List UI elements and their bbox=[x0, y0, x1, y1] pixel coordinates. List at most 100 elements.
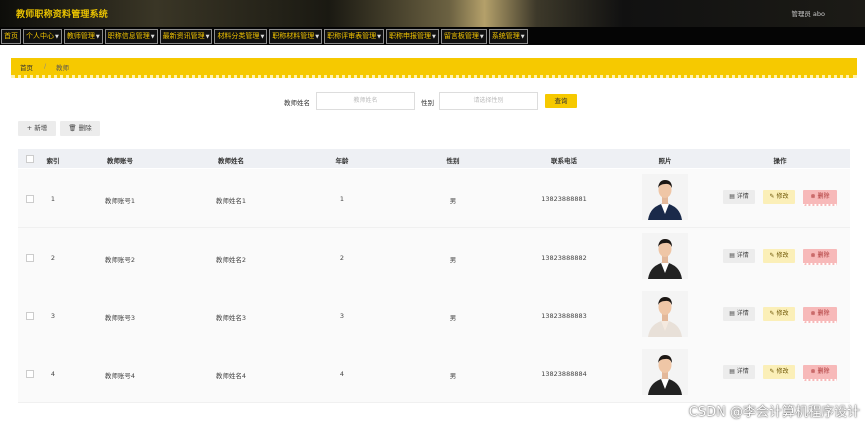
nav-item-0[interactable]: 首页 bbox=[1, 28, 21, 44]
nav-item-label: 材料分类管理 bbox=[217, 31, 260, 40]
cell-account: 教师账号2 bbox=[104, 256, 136, 264]
nav-item-label: 职称信息管理 bbox=[107, 31, 150, 40]
nav-item-1[interactable]: 个人中心▼ bbox=[23, 28, 62, 44]
trash-icon: 🗑 bbox=[68, 124, 77, 132]
teacher-name-label: 教师姓名 bbox=[284, 99, 310, 107]
nav-item-9[interactable]: 留言板管理▼ bbox=[440, 28, 487, 44]
detail-button[interactable]: ▤ 详情 bbox=[723, 190, 755, 204]
gender-select[interactable]: 请选择性别 bbox=[439, 92, 538, 110]
table-row: 4 教师账号4 教师姓名4 4 男 13823888884 ▤ 详情 ✎ 修改 ⊗ 删除 bbox=[18, 344, 850, 403]
search-button[interactable]: 查询 bbox=[545, 94, 577, 108]
detail-button-label: 详情 bbox=[736, 193, 749, 200]
column-header: 年龄 bbox=[335, 157, 349, 165]
nav-item-8[interactable]: 职称申报管理▼ bbox=[386, 28, 439, 44]
chevron-down-icon: ▼ bbox=[315, 33, 320, 40]
chevron-down-icon: ▼ bbox=[150, 33, 155, 40]
cell-index: 4 bbox=[50, 370, 56, 378]
edit-button[interactable]: ✎ 修改 bbox=[763, 307, 795, 321]
document-icon: ▤ bbox=[729, 310, 737, 317]
row-delete-button[interactable]: ⊗ 删除 bbox=[803, 190, 837, 206]
delete-button-label: 删除 bbox=[78, 124, 92, 132]
row-delete-button-label: 删除 bbox=[817, 368, 830, 375]
column-header: 照片 bbox=[658, 157, 672, 165]
app-header: 教师职称资料管理系统 管理员 abo bbox=[0, 0, 865, 27]
row-delete-button[interactable]: ⊗ 删除 bbox=[803, 249, 837, 265]
row-checkbox[interactable] bbox=[26, 254, 34, 262]
nav-item-7[interactable]: 职称评审表管理▼ bbox=[324, 28, 385, 44]
column-header: 索引 bbox=[46, 157, 60, 165]
row-delete-button-label: 删除 bbox=[817, 252, 830, 259]
detail-button[interactable]: ▤ 详情 bbox=[723, 365, 755, 379]
nav-item-3[interactable]: 职称信息管理▼ bbox=[104, 28, 158, 44]
nav-item-label: 职称申报管理 bbox=[389, 31, 432, 40]
table-row: 2 教师账号2 教师姓名2 2 男 13823888882 ▤ 详情 ✎ 修改 ⊗ 删除 bbox=[18, 228, 850, 287]
cell-account: 教师账号4 bbox=[104, 372, 136, 380]
gender-label: 性别 bbox=[421, 99, 434, 107]
cell-age: 1 bbox=[339, 195, 345, 203]
row-checkbox[interactable] bbox=[26, 195, 34, 203]
chevron-down-icon: ▼ bbox=[55, 33, 59, 40]
teacher-photo bbox=[642, 349, 688, 395]
edit-button[interactable]: ✎ 修改 bbox=[763, 249, 795, 263]
cell-name: 教师姓名3 bbox=[215, 314, 247, 322]
nav-item-10[interactable]: 系统管理▼ bbox=[488, 28, 528, 44]
cell-age: 4 bbox=[339, 370, 345, 378]
table-row: 3 教师账号3 教师姓名3 3 男 13823888883 ▤ 详情 ✎ 修改 ⊗ 删除 bbox=[18, 286, 850, 345]
breadcrumb-separator: / bbox=[44, 62, 47, 70]
document-icon: ▤ bbox=[729, 368, 737, 375]
detail-button-label: 详情 bbox=[736, 252, 749, 259]
breadcrumb-home[interactable]: 首页 bbox=[20, 62, 33, 72]
column-header: 教师账号 bbox=[107, 157, 133, 165]
table-row: 1 教师账号1 教师姓名1 1 男 13823888881 ▤ 详情 ✎ 修改 ⊗ 删除 bbox=[18, 169, 850, 228]
detail-button[interactable]: ▤ 详情 bbox=[723, 249, 755, 263]
edit-button[interactable]: ✎ 修改 bbox=[763, 190, 795, 204]
column-header: 性别 bbox=[446, 157, 460, 165]
chevron-down-icon: ▼ bbox=[260, 33, 265, 40]
teacher-photo bbox=[642, 233, 688, 279]
nav-item-label: 留言板管理 bbox=[443, 31, 479, 40]
cell-gender: 男 bbox=[449, 314, 457, 322]
delete-button[interactable]: 🗑 删除 bbox=[60, 121, 100, 136]
nav-item-2[interactable]: 教师管理▼ bbox=[63, 28, 103, 44]
column-header: 教师姓名 bbox=[218, 157, 244, 165]
chevron-down-icon: ▼ bbox=[205, 33, 210, 40]
watermark: CSDN @李会计算机程序设计 bbox=[688, 405, 860, 420]
add-button[interactable]: + 新增 bbox=[18, 121, 56, 136]
chevron-down-icon: ▼ bbox=[95, 33, 100, 40]
teacher-photo bbox=[642, 291, 688, 337]
admin-label[interactable]: 管理员 abo bbox=[791, 8, 825, 18]
edit-button[interactable]: ✎ 修改 bbox=[763, 365, 795, 379]
nav-item-label: 教师管理 bbox=[66, 31, 95, 40]
detail-button[interactable]: ▤ 详情 bbox=[723, 307, 755, 321]
row-checkbox[interactable] bbox=[26, 312, 34, 320]
cell-phone: 13823888882 bbox=[541, 254, 587, 262]
row-delete-button-label: 删除 bbox=[817, 193, 830, 200]
chevron-down-icon: ▼ bbox=[520, 33, 525, 40]
document-icon: ▤ bbox=[729, 252, 737, 259]
teacher-photo bbox=[642, 174, 688, 220]
column-header: 操作 bbox=[773, 157, 787, 165]
top-nav: 首页 个人中心▼ 教师管理▼ 职称信息管理▼ 最新资讯管理▼ 材料分类管理▼ 职称材料管理▼… bbox=[0, 27, 865, 45]
nav-item-label: 首页 bbox=[4, 31, 18, 40]
nav-item-label: 最新资讯管理 bbox=[162, 31, 205, 40]
nav-item-4[interactable]: 最新资讯管理▼ bbox=[159, 28, 213, 44]
breadcrumb-current: 教师 bbox=[56, 64, 69, 72]
row-delete-button[interactable]: ⊗ 删除 bbox=[803, 365, 837, 381]
select-all-checkbox[interactable] bbox=[26, 155, 34, 163]
nav-item-label: 个人中心 bbox=[26, 31, 54, 40]
row-checkbox[interactable] bbox=[26, 370, 34, 378]
cell-age: 2 bbox=[339, 254, 345, 262]
breadcrumb: 首页 / 教师 bbox=[11, 58, 857, 78]
document-icon: ▤ bbox=[729, 193, 737, 200]
nav-item-5[interactable]: 材料分类管理▼ bbox=[214, 28, 268, 44]
chevron-down-icon: ▼ bbox=[479, 33, 484, 40]
nav-item-label: 职称评审表管理 bbox=[327, 31, 377, 40]
row-delete-button[interactable]: ⊗ 删除 bbox=[803, 307, 837, 323]
detail-button-label: 详情 bbox=[736, 310, 749, 317]
teacher-name-input[interactable]: 教师姓名 bbox=[316, 92, 415, 110]
nav-item-6[interactable]: 职称材料管理▼ bbox=[269, 28, 323, 44]
cell-phone: 13823888884 bbox=[541, 370, 587, 378]
nav-item-label: 系统管理 bbox=[491, 31, 520, 40]
cell-name: 教师姓名2 bbox=[215, 256, 247, 264]
app-title: 教师职称资料管理系统 bbox=[16, 10, 109, 20]
